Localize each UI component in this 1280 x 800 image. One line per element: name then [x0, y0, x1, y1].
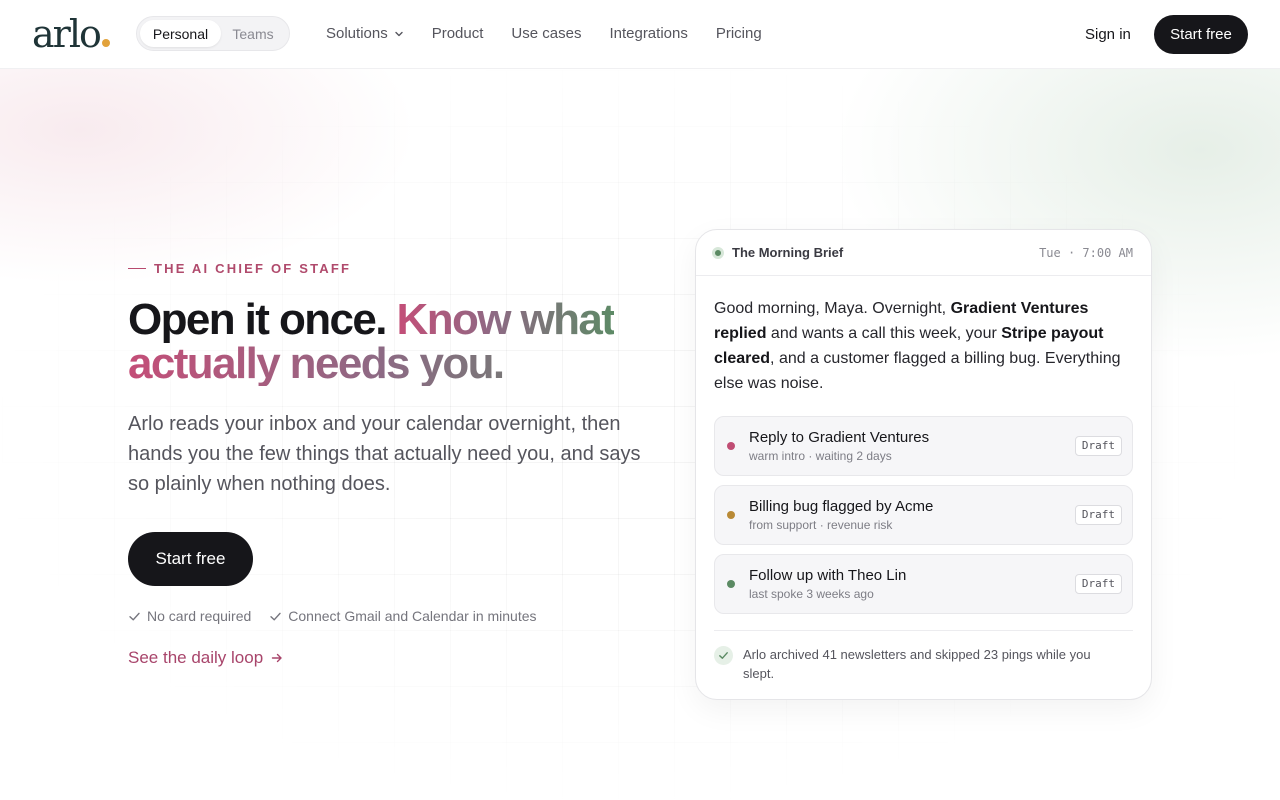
brief-title: The Morning Brief [712, 245, 843, 260]
headline-accent-2: actually needs you. [128, 342, 688, 386]
hero-headline: Open it once. Know what actually needs y… [128, 298, 688, 386]
audience-toggle: Personal Teams [136, 16, 290, 51]
brief-text-3: , and a customer flagged a billing bug. … [714, 350, 1121, 392]
check-icon [714, 646, 733, 665]
check-connect-label: Connect Gmail and Calendar in minutes [288, 608, 537, 624]
toggle-teams[interactable]: Teams [221, 20, 285, 47]
hero-eyebrow: THE AI CHIEF OF STAFF [128, 261, 351, 276]
morning-brief-card: The Morning Brief Tue · 7:00 AM Good mor… [695, 229, 1152, 700]
task-list: Reply to Gradient Ventures warm intro · … [714, 416, 1133, 614]
check-icon [129, 612, 140, 620]
logo-dot-icon [101, 39, 110, 47]
check-icon [270, 612, 281, 620]
nav-solutions[interactable]: Solutions [326, 24, 404, 44]
draft-badge[interactable]: Draft [1074, 436, 1122, 456]
task-text: Billing bug flagged by Acme from support… [749, 498, 1075, 533]
task-dot-icon [727, 511, 735, 519]
task-item[interactable]: Follow up with Theo Lin last spoke 3 wee… [714, 554, 1133, 614]
nav-solutions-label: Solutions [326, 25, 388, 42]
task-subtitle: warm intro · waiting 2 days [749, 448, 892, 463]
headline-dark: Open it once. [128, 295, 388, 344]
brief-time: Tue · 7:00 AM [1039, 245, 1133, 260]
header-start-free-button[interactable]: Start free [1154, 15, 1248, 54]
sign-in-link[interactable]: Sign in [1085, 25, 1131, 45]
brief-header: The Morning Brief Tue · 7:00 AM [696, 230, 1151, 276]
brief-text-1: Good morning, Maya. Overnight, [714, 300, 951, 317]
nav-product[interactable]: Product [432, 24, 484, 44]
brief-footer: Arlo archived 41 newsletters and skipped… [714, 630, 1133, 683]
check-no-card: No card required [128, 607, 251, 625]
eyebrow-text: THE AI CHIEF OF STAFF [154, 261, 352, 276]
logo-wordmark: arlo [32, 12, 102, 56]
nav-pricing[interactable]: Pricing [716, 24, 762, 44]
task-title: Billing bug flagged by Acme [749, 497, 934, 515]
hero-checks: No card required Connect Gmail and Calen… [128, 607, 537, 625]
hero-start-free-button[interactable]: Start free [128, 532, 253, 586]
check-no-card-label: No card required [147, 608, 252, 624]
arrow-right-icon [271, 653, 282, 663]
task-subtitle: last spoke 3 weeks ago [749, 586, 874, 601]
task-dot-icon [727, 580, 735, 588]
task-dot-icon [727, 442, 735, 450]
hero-lede: Arlo reads your inbox and your calendar … [128, 413, 641, 495]
daily-loop-link[interactable]: See the daily loop [128, 648, 283, 668]
chevron-down-icon [395, 31, 403, 37]
headline-accent-1: Know what [396, 295, 616, 344]
check-connect: Connect Gmail and Calendar in minutes [269, 607, 537, 625]
eyebrow-rule [128, 268, 146, 269]
nav-integrations[interactable]: Integrations [609, 24, 687, 44]
task-title: Follow up with Theo Lin [749, 566, 907, 584]
task-text: Reply to Gradient Ventures warm intro · … [749, 429, 1075, 464]
brief-message: Good morning, Maya. Overnight, Gradient … [714, 296, 1133, 396]
brief-body: Good morning, Maya. Overnight, Gradient … [696, 276, 1151, 683]
brief-footer-text: Arlo archived 41 newsletters and skipped… [743, 647, 1091, 681]
status-dot-icon [712, 246, 724, 259]
draft-badge[interactable]: Draft [1074, 574, 1122, 594]
task-item[interactable]: Billing bug flagged by Acme from support… [714, 485, 1133, 545]
draft-badge[interactable]: Draft [1074, 505, 1122, 525]
task-title: Reply to Gradient Ventures [749, 428, 930, 446]
task-item[interactable]: Reply to Gradient Ventures warm intro · … [714, 416, 1133, 476]
task-subtitle: from support · revenue risk [749, 517, 893, 532]
logo[interactable]: arlo [32, 12, 110, 56]
brief-title-label: The Morning Brief [732, 245, 844, 260]
daily-loop-label: See the daily loop [128, 648, 264, 667]
main-nav: Solutions Product Use cases Integrations… [326, 24, 762, 44]
nav-use-cases[interactable]: Use cases [511, 24, 581, 44]
toggle-personal[interactable]: Personal [140, 20, 221, 47]
task-text: Follow up with Theo Lin last spoke 3 wee… [749, 567, 1075, 602]
site-header: arlo Personal Teams Solutions Product Us… [0, 0, 1280, 69]
brief-text-2: and wants a call this week, your [766, 325, 1002, 342]
